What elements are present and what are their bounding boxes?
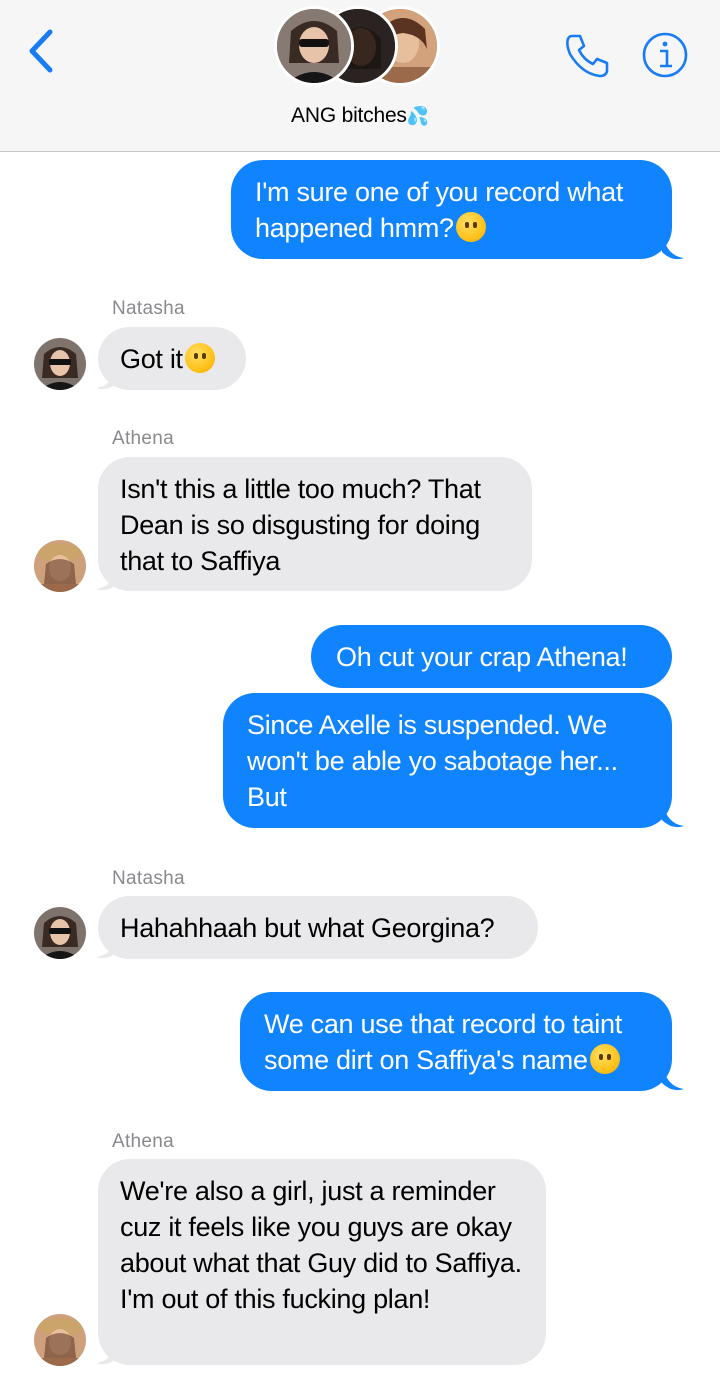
bubble-tail [662, 800, 684, 828]
info-icon [642, 32, 688, 78]
message-sent[interactable]: We can use that record to taint some dir… [240, 992, 672, 1091]
avatar-natasha[interactable] [34, 338, 86, 390]
message-received[interactable]: Isn't this a little too much? That Dean … [98, 457, 532, 591]
group-emoji: 💦 [406, 106, 429, 126]
avatar-athena[interactable] [34, 1314, 86, 1366]
member-avatar-natasha [274, 6, 354, 86]
avatar-natasha[interactable] [34, 907, 86, 959]
message-text: Got it [120, 344, 183, 374]
message-sent[interactable]: Since Axelle is suspended. We won't be a… [223, 693, 672, 828]
chat-screen: ANG bitches💦 I'm sure one of you record … [0, 0, 720, 1386]
info-button[interactable] [640, 30, 690, 80]
message-text: Isn't this a little too much? That Dean … [120, 474, 481, 576]
chevron-left-icon [29, 29, 53, 73]
bubble-tail [96, 362, 118, 390]
message-text: I'm sure one of you record what happened… [255, 177, 624, 243]
group-name: ANG bitches [291, 104, 407, 127]
sender-name: Athena [112, 428, 175, 449]
bubble-tail [662, 232, 684, 260]
bubble-tail [96, 563, 118, 591]
avatar-athena[interactable] [34, 540, 86, 592]
message-received[interactable]: Hahahhaah but what Georgina? [98, 896, 538, 959]
shushing-face-emoji [455, 212, 486, 242]
back-button[interactable] [22, 26, 62, 76]
bubble-tail [662, 1063, 684, 1091]
message-text: Oh cut your crap Athena! [336, 642, 628, 672]
sender-name: Natasha [112, 298, 185, 319]
message-received[interactable]: Got it [98, 327, 246, 390]
rolling-laughing-emoji [184, 343, 215, 373]
yawning-face-emoji [589, 1044, 620, 1074]
bubble-tail [96, 931, 118, 959]
conversation-header: ANG bitches💦 [0, 0, 720, 152]
group-avatars[interactable] [274, 6, 444, 92]
phone-icon [566, 34, 609, 78]
message-sent[interactable]: I'm sure one of you record what happened… [231, 160, 672, 259]
call-button[interactable] [562, 30, 612, 80]
sender-name: Athena [112, 1131, 175, 1152]
message-sent[interactable]: Oh cut your crap Athena! [311, 625, 672, 688]
group-title[interactable]: ANG bitches💦 [0, 104, 720, 128]
message-text: We can use that record to taint some dir… [264, 1009, 622, 1075]
bubble-tail [96, 1337, 118, 1365]
message-text: We're also a girl, just a reminder cuz i… [120, 1176, 522, 1314]
message-text: Hahahhaah but what Georgina? [120, 913, 495, 943]
message-received[interactable]: We're also a girl, just a reminder cuz i… [98, 1159, 546, 1365]
message-text: Since Axelle is suspended. We won't be a… [247, 710, 618, 812]
sender-name: Natasha [112, 868, 185, 889]
